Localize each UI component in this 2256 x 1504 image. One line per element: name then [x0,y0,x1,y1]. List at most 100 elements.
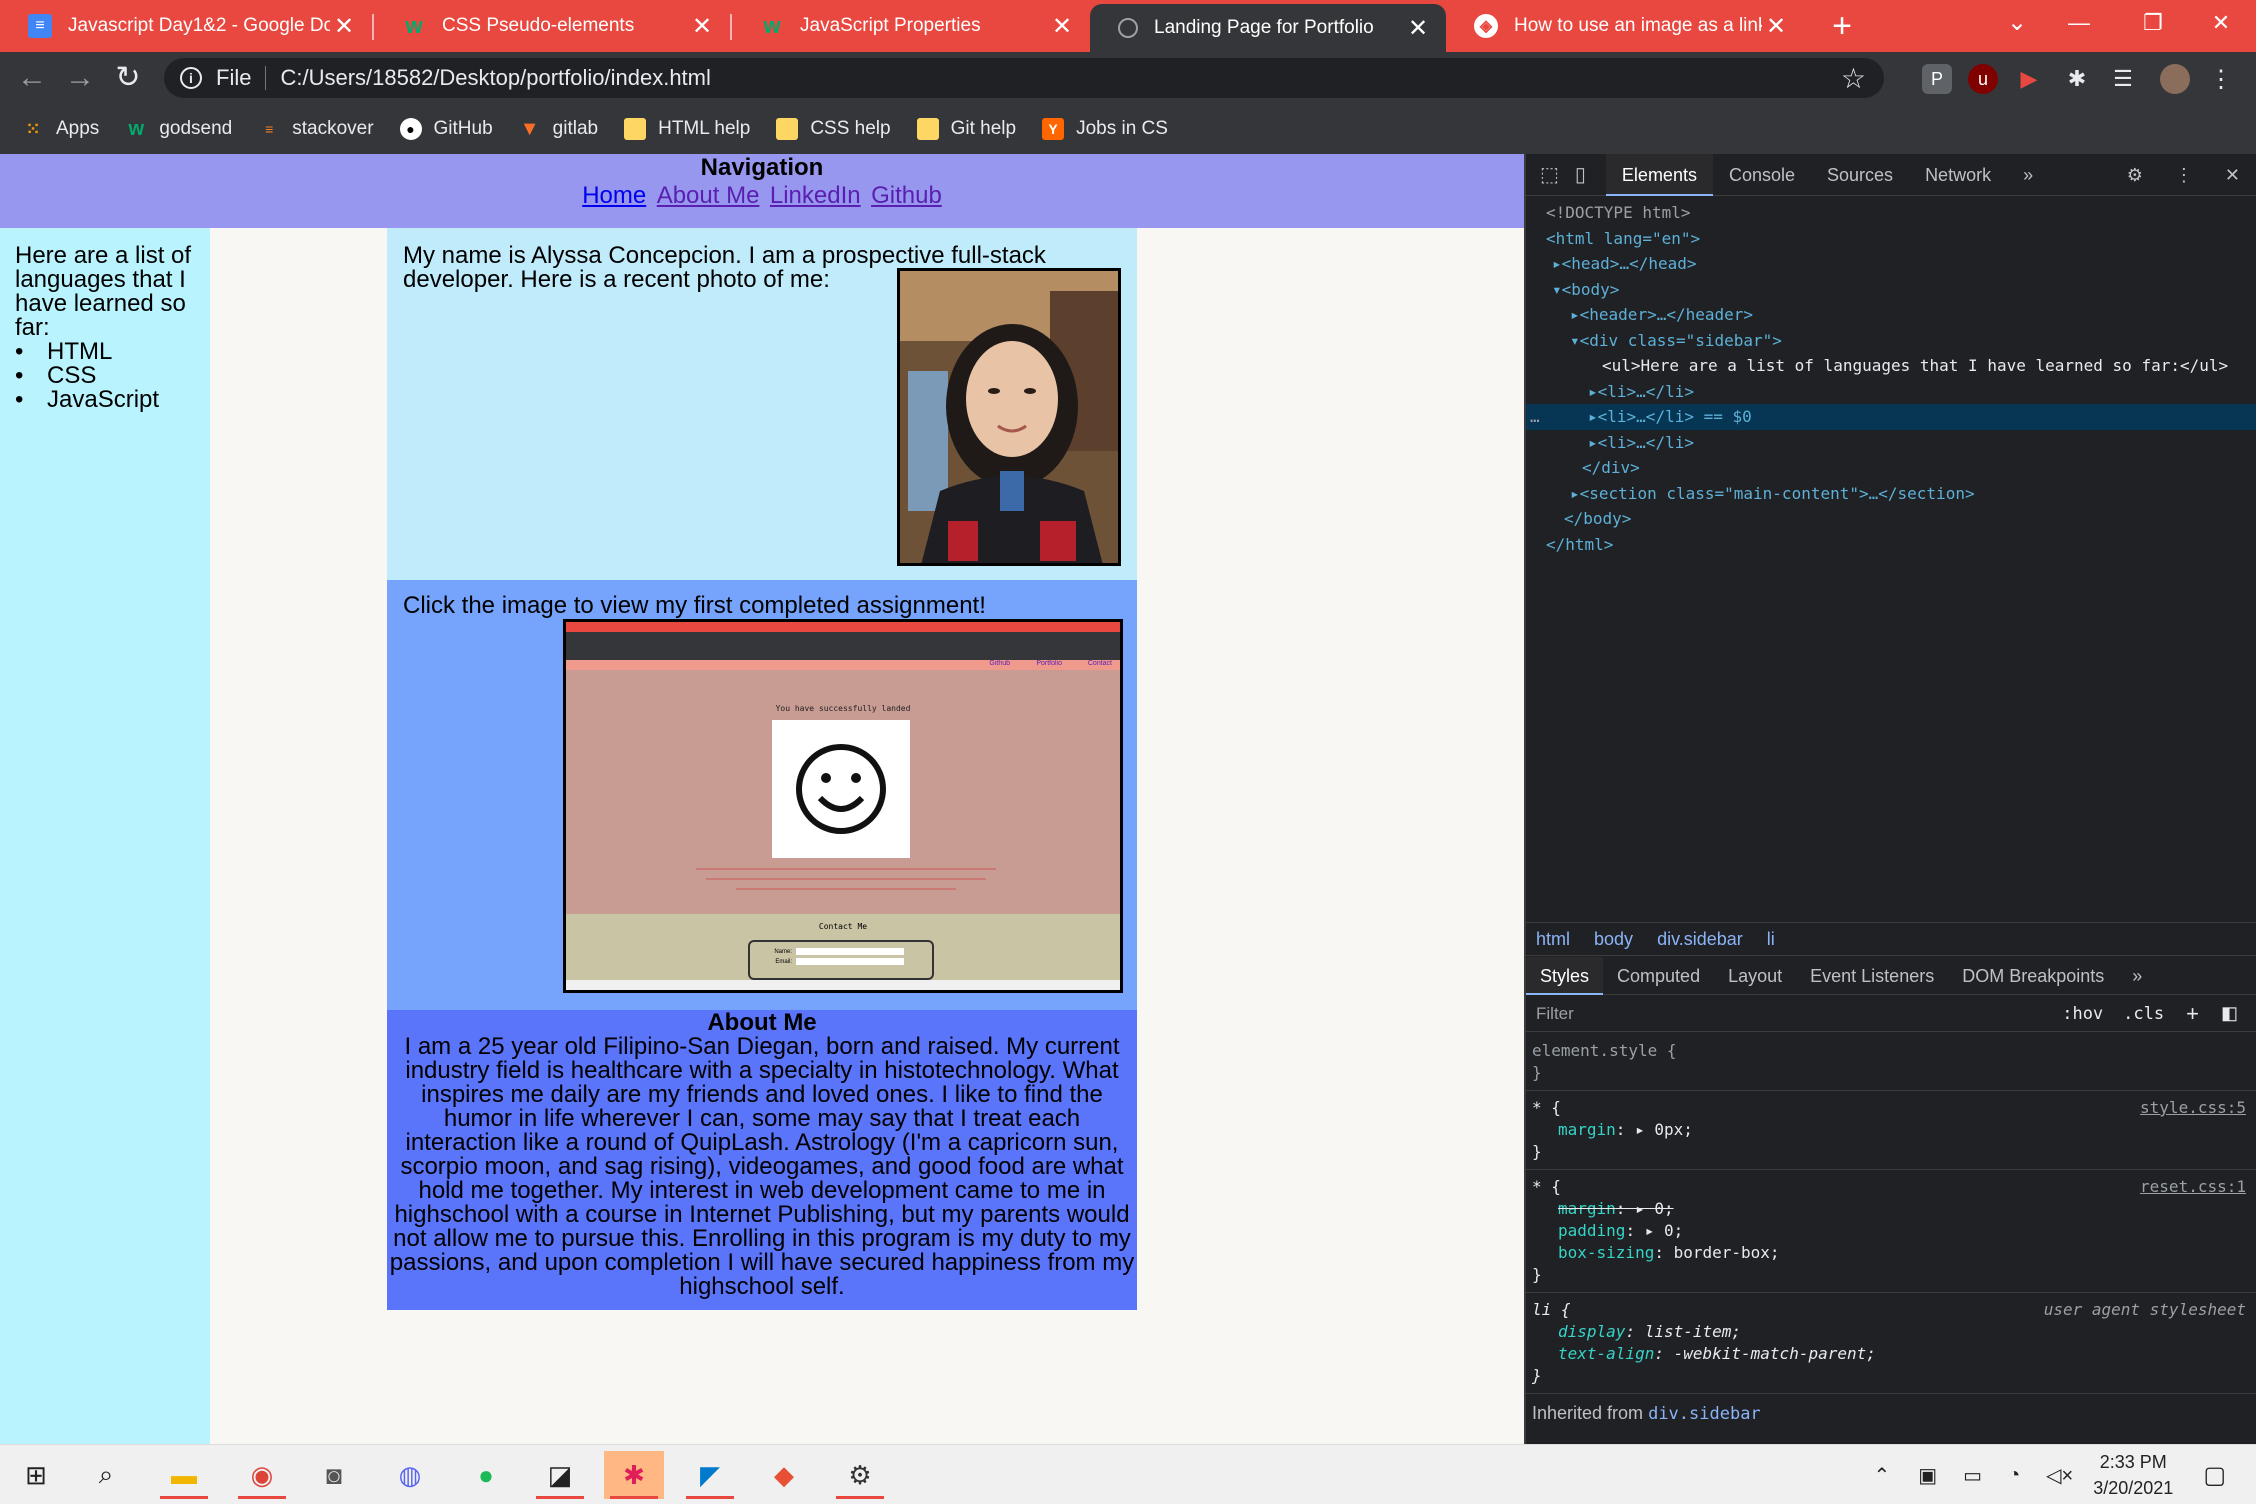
device-icon[interactable]: ▣ [1918,1463,1937,1488]
tab-computed[interactable]: Computed [1603,957,1714,995]
expand-triangle-icon[interactable]: ▸ [1552,254,1562,273]
close-icon[interactable]: ✕ [1762,12,1790,41]
tab-event-listeners[interactable]: Event Listeners [1796,957,1948,995]
tab-console[interactable]: Console [1713,154,1811,196]
more-tabs-icon[interactable]: » [2007,154,2049,196]
gitkraken-icon[interactable]: ◆ [754,1451,814,1499]
media-queue-icon[interactable]: ☰ [2108,64,2138,94]
search-icon[interactable]: ⌕ [76,1451,136,1499]
chevron-up-icon[interactable]: ⌃ [1874,1463,1891,1488]
dom-line[interactable]: ▸<li>…</li> [1526,379,2256,405]
dom-line[interactable]: ▸<li>…</li> [1526,430,2256,456]
tab-dom-breakpoints[interactable]: DOM Breakpoints [1948,957,2118,995]
tab-google-doc[interactable]: ≡ Javascript Day1&2 - Google Doc ✕ [0,0,372,52]
nav-link-home[interactable]: Home [582,182,646,209]
file-explorer-icon[interactable]: ▬ [154,1451,214,1499]
minimize-button[interactable]: — [2044,0,2114,46]
breadcrumb-item[interactable]: body [1594,929,1633,950]
record-icon[interactable]: ▶ [2014,64,2044,94]
expand-triangle-icon[interactable]: ▸ [1570,484,1580,503]
css-property-overridden[interactable]: margin: ▸ 0; [1532,1198,2250,1220]
info-icon[interactable]: i [180,67,202,89]
expand-triangle-icon[interactable]: ▸ [1588,433,1598,452]
close-window-button[interactable]: ✕ [2186,0,2256,46]
profile-avatar[interactable] [2160,64,2190,94]
dom-line[interactable]: ▾<body> [1526,277,2256,303]
dom-line[interactable]: </div> [1526,455,2256,481]
new-rule-plus-icon[interactable]: + [2186,1001,2199,1027]
tab-image-link[interactable]: ◈ How to use an image as a link in ✕ [1446,0,1804,52]
close-devtools-icon[interactable]: ✕ [2209,154,2256,196]
chrome-icon[interactable]: ◉ [232,1451,292,1499]
expand-triangle-icon[interactable]: ▸ [1570,305,1580,324]
expand-triangle-icon[interactable]: ▸ [1588,407,1598,426]
new-tab-button[interactable]: + [1822,6,1862,46]
toggle-sidebar-icon[interactable]: ◧ [2221,1003,2238,1024]
dom-line[interactable]: ▾<div class="sidebar"> [1526,328,2256,354]
url-text[interactable]: C:/Users/18582/Desktop/portfolio/index.h… [280,65,710,91]
battery-icon[interactable]: ▭ [1963,1463,1982,1488]
tab-layout[interactable]: Layout [1714,957,1796,995]
inspect-element-icon[interactable]: ⬚ [1526,154,1567,196]
css-property[interactable]: margin: ▸ 0px; [1532,1119,2250,1141]
dom-line-selected[interactable]: … ▸<li>…</li> == $0 [1526,404,2256,430]
dom-line[interactable]: </body> [1526,506,2256,532]
tab-search-icon[interactable]: ⌄ [1982,0,2052,46]
volume-muted-icon[interactable]: ◁× [2046,1463,2073,1488]
tab-network[interactable]: Network [1909,154,2007,196]
bookmark-apps[interactable]: ⁙ Apps [22,118,99,140]
close-icon[interactable]: ✕ [1048,12,1076,41]
discord-icon[interactable]: ◍ [380,1451,440,1499]
notification-icon[interactable]: ▢ [2203,1461,2226,1490]
nav-link-about[interactable]: About Me [657,182,760,209]
filter-input[interactable]: Filter [1536,1004,1574,1024]
bookmark-git-help[interactable]: Git help [916,118,1016,140]
dom-line[interactable]: <ul>Here are a list of languages that I … [1526,353,2256,379]
close-icon[interactable]: ✕ [688,12,716,41]
tab-elements[interactable]: Elements [1605,153,1713,196]
bookmark-star-icon[interactable]: ☆ [1841,62,1866,95]
bookmark-godsend[interactable]: w godsend [125,118,233,140]
cls-toggle[interactable]: .cls [2123,1004,2164,1024]
settings-gear-icon[interactable]: ⚙ [2111,154,2159,196]
more-tabs-icon[interactable]: » [2118,957,2156,995]
breadcrumb-item[interactable]: div.sidebar [1657,929,1743,950]
inherited-class-link[interactable]: div.sidebar [1648,1404,1761,1424]
hov-toggle[interactable]: :hov [2062,1004,2103,1024]
tab-css-pseudo[interactable]: w CSS Pseudo-elements ✕ [374,0,730,52]
bookmark-jobs-in-cs[interactable]: Y Jobs in CS [1042,118,1168,140]
close-icon[interactable]: ✕ [1404,14,1432,43]
breadcrumb-item[interactable]: li [1767,929,1775,950]
settings-gear-icon[interactable]: ⚙ [830,1451,890,1499]
slack-icon[interactable]: ✱ [604,1451,664,1499]
css-property[interactable]: text-align: -webkit-match-parent; [1532,1343,2250,1365]
restore-button[interactable]: ❐ [2118,0,2188,46]
tab-styles[interactable]: Styles [1526,956,1604,995]
address-bar[interactable]: i File C:/Users/18582/Desktop/portfolio/… [164,58,1884,98]
breadcrumb-item[interactable]: html [1536,929,1570,950]
dom-line[interactable]: ▸<head>…</head> [1526,251,2256,277]
assignment-screenshot-link[interactable]: Github Portfolio Contact You have succes… [563,619,1123,993]
vscode-icon[interactable]: ◤ [680,1451,740,1499]
tab-sources[interactable]: Sources [1811,154,1909,196]
rule-selector[interactable]: element.style { [1532,1040,2250,1062]
spotify-icon[interactable]: ● [456,1451,516,1499]
bookmark-gitlab[interactable]: ▼ gitlab [519,118,598,140]
bookmark-css-help[interactable]: CSS help [776,118,891,140]
wifi-icon[interactable]: ◔ [2008,1464,2020,1487]
dom-line[interactable]: ▸<header>…</header> [1526,302,2256,328]
css-property[interactable]: padding: ▸ 0; [1532,1220,2250,1242]
close-icon[interactable]: ✕ [330,12,358,41]
collapse-triangle-icon[interactable]: ▾ [1570,331,1580,350]
camera-icon[interactable]: ◙ [304,1451,364,1499]
nav-link-linkedin[interactable]: LinkedIn [770,182,861,209]
bookmark-stackover[interactable]: ≡ stackover [258,118,373,140]
ellipsis-icon[interactable]: … [1530,404,1540,430]
rule-source-link[interactable]: reset.css:1 [2140,1176,2246,1198]
ublock-icon[interactable]: u [1968,64,1998,94]
clock[interactable]: 2:33 PM 3/20/2021 [2093,1449,2173,1501]
forward-arrow-icon[interactable]: → [60,58,100,98]
bookmark-html-help[interactable]: HTML help [624,118,750,140]
dom-line[interactable]: </html> [1526,532,2256,558]
expand-triangle-icon[interactable]: ▸ [1588,382,1598,401]
